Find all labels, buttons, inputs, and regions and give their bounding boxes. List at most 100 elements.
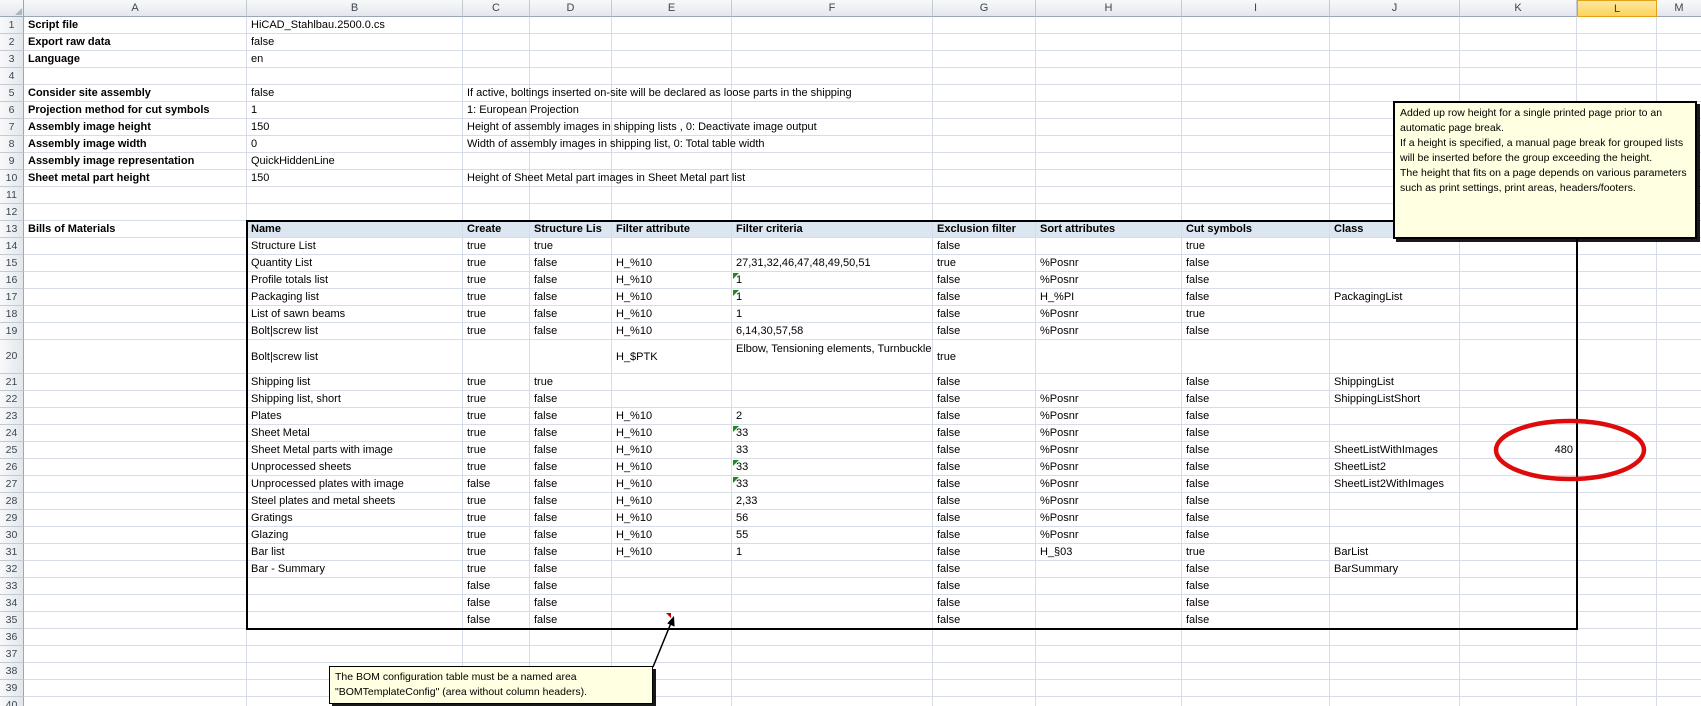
cell-I22[interactable]: false (1182, 391, 1330, 408)
cell-I32[interactable]: false (1182, 561, 1330, 578)
row-header-36[interactable]: 36 (0, 629, 24, 646)
cell-B20[interactable]: Bolt|screw list (247, 340, 463, 374)
cell-A6[interactable]: Projection method for cut symbols (24, 102, 247, 119)
cell-F17[interactable]: 1 (732, 289, 933, 306)
cell-C21[interactable]: true (463, 374, 530, 391)
cell-I31[interactable]: true (1182, 544, 1330, 561)
row-header-27[interactable]: 27 (0, 476, 24, 493)
row-header-6[interactable]: 6 (0, 102, 24, 119)
cell-I35[interactable]: false (1182, 612, 1330, 629)
cell-B2[interactable]: false (247, 34, 463, 51)
cell-F20[interactable]: Elbow, Tensioning elements, Turnbuckle (732, 340, 933, 374)
cell-B8[interactable]: 0 (247, 136, 463, 153)
cell-F30[interactable]: 55 (732, 527, 933, 544)
cell-C14[interactable]: true (463, 238, 530, 255)
cell-B28[interactable]: Steel plates and metal sheets (247, 493, 463, 510)
cell-G32[interactable]: false (933, 561, 1036, 578)
cell-D13[interactable]: Structure Lis (530, 221, 612, 238)
row-header-4[interactable]: 4 (0, 68, 24, 85)
cell-D15[interactable]: false (530, 255, 612, 272)
select-all-corner[interactable] (0, 0, 24, 17)
cell-I17[interactable]: false (1182, 289, 1330, 306)
row-header-30[interactable]: 30 (0, 527, 24, 544)
row-header-33[interactable]: 33 (0, 578, 24, 595)
cell-E26[interactable]: H_%10 (612, 459, 732, 476)
cell-C27[interactable]: false (463, 476, 530, 493)
row-header-8[interactable]: 8 (0, 136, 24, 153)
cell-C24[interactable]: true (463, 425, 530, 442)
cell-D16[interactable]: false (530, 272, 612, 289)
cell-G35[interactable]: false (933, 612, 1036, 629)
cell-H27[interactable]: %Posnr (1036, 476, 1182, 493)
row-header-32[interactable]: 32 (0, 561, 24, 578)
row-header-13[interactable]: 13 (0, 221, 24, 238)
row-header-10[interactable]: 10 (0, 170, 24, 187)
cell-H24[interactable]: %Posnr (1036, 425, 1182, 442)
column-header-G[interactable]: G (933, 0, 1036, 17)
cell-C30[interactable]: true (463, 527, 530, 544)
cell-B16[interactable]: Profile totals list (247, 272, 463, 289)
cell-I34[interactable]: false (1182, 595, 1330, 612)
row-header-9[interactable]: 9 (0, 153, 24, 170)
cell-D25[interactable]: false (530, 442, 612, 459)
cell-C8[interactable]: Width of assembly images in shipping lis… (463, 136, 530, 153)
row-header-17[interactable]: 17 (0, 289, 24, 306)
cell-J27[interactable]: SheetList2WithImages (1330, 476, 1460, 493)
cell-H26[interactable]: %Posnr (1036, 459, 1182, 476)
row-header-11[interactable]: 11 (0, 187, 24, 204)
cell-D27[interactable]: false (530, 476, 612, 493)
cell-A1[interactable]: Script file (24, 17, 247, 34)
cell-B19[interactable]: Bolt|screw list (247, 323, 463, 340)
row-header-39[interactable]: 39 (0, 680, 24, 697)
row-header-26[interactable]: 26 (0, 459, 24, 476)
cell-H22[interactable]: %Posnr (1036, 391, 1182, 408)
cell-E24[interactable]: H_%10 (612, 425, 732, 442)
row-header-20[interactable]: 20 (0, 340, 24, 374)
cell-G28[interactable]: false (933, 493, 1036, 510)
column-header-I[interactable]: I (1182, 0, 1330, 17)
cell-D26[interactable]: false (530, 459, 612, 476)
cell-F27[interactable]: 33 (732, 476, 933, 493)
cell-D14[interactable]: true (530, 238, 612, 255)
cell-B30[interactable]: Glazing (247, 527, 463, 544)
cell-I14[interactable]: true (1182, 238, 1330, 255)
cell-E28[interactable]: H_%10 (612, 493, 732, 510)
cell-I23[interactable]: false (1182, 408, 1330, 425)
cell-E31[interactable]: H_%10 (612, 544, 732, 561)
cell-E16[interactable]: H_%10 (612, 272, 732, 289)
cell-E19[interactable]: H_%10 (612, 323, 732, 340)
cell-B27[interactable]: Unprocessed plates with image (247, 476, 463, 493)
cell-D32[interactable]: false (530, 561, 612, 578)
cell-C16[interactable]: true (463, 272, 530, 289)
cell-A7[interactable]: Assembly image height (24, 119, 247, 136)
cell-I13[interactable]: Cut symbols (1182, 221, 1330, 238)
cell-H13[interactable]: Sort attributes (1036, 221, 1182, 238)
cell-A9[interactable]: Assembly image representation (24, 153, 247, 170)
cell-C15[interactable]: true (463, 255, 530, 272)
comment-note-page-height[interactable]: Added up row height for a single printed… (1393, 101, 1697, 239)
column-header-B[interactable]: B (247, 0, 463, 17)
cell-B14[interactable]: Structure List (247, 238, 463, 255)
cell-B21[interactable]: Shipping list (247, 374, 463, 391)
cell-E27[interactable]: H_%10 (612, 476, 732, 493)
cell-J25[interactable]: SheetListWithImages (1330, 442, 1460, 459)
row-header-14[interactable]: 14 (0, 238, 24, 255)
cell-E23[interactable]: H_%10 (612, 408, 732, 425)
row-header-22[interactable]: 22 (0, 391, 24, 408)
cell-G17[interactable]: false (933, 289, 1036, 306)
row-header-3[interactable]: 3 (0, 51, 24, 68)
cell-I15[interactable]: false (1182, 255, 1330, 272)
cell-C28[interactable]: true (463, 493, 530, 510)
cell-F18[interactable]: 1 (732, 306, 933, 323)
row-header-40[interactable]: 40 (0, 697, 24, 706)
column-header-K[interactable]: K (1460, 0, 1577, 17)
row-header-34[interactable]: 34 (0, 595, 24, 612)
cell-C5[interactable]: If active, boltings inserted on-site wil… (463, 85, 530, 102)
cell-H30[interactable]: %Posnr (1036, 527, 1182, 544)
row-header-7[interactable]: 7 (0, 119, 24, 136)
cell-E25[interactable]: H_%10 (612, 442, 732, 459)
cell-I16[interactable]: false (1182, 272, 1330, 289)
cell-G26[interactable]: false (933, 459, 1036, 476)
row-header-19[interactable]: 19 (0, 323, 24, 340)
cell-E20[interactable]: H_$PTK (612, 340, 732, 374)
